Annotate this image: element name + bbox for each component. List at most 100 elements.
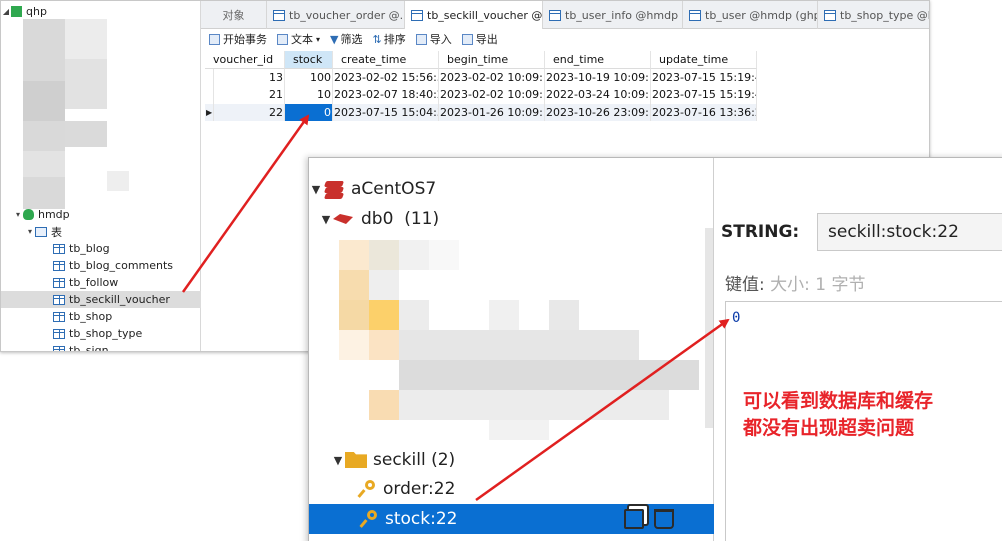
tab-objects[interactable]: 对象: [201, 1, 267, 29]
table-item[interactable]: tb_blog_comments: [1, 257, 201, 274]
table-label: tb_shop: [69, 310, 113, 323]
filter-button[interactable]: ▼ 筛选: [330, 31, 362, 47]
table-item[interactable]: tb_blog: [1, 240, 201, 257]
column-header[interactable]: begin_time: [439, 51, 545, 69]
begin-transaction-label: 开始事务: [223, 33, 267, 46]
chevron-down-icon[interactable]: ▼: [319, 213, 333, 226]
redis-key-row-selected[interactable]: stock:22: [309, 504, 714, 534]
table-cell[interactable]: 22: [214, 103, 285, 121]
table-icon: [824, 9, 836, 21]
tree-tables-folder[interactable]: ▾ 表: [25, 223, 225, 240]
table-icon: [53, 243, 65, 254]
value-label: 键值:: [725, 275, 765, 295]
redis-value-panel: STRING: seckill:stock:22 键值: 大小: 1 字节 0 …: [715, 158, 1002, 541]
table-item[interactable]: tb_follow: [1, 274, 201, 291]
column-header[interactable]: update_time: [651, 51, 757, 69]
table-icon: [53, 260, 65, 271]
table-icon: [273, 9, 285, 21]
table-row[interactable]: ▶2202023-07-15 15:04:332023-01-26 10:09:…: [205, 103, 757, 121]
table-cell[interactable]: 10: [285, 86, 333, 104]
chevron-down-icon[interactable]: ▼: [331, 454, 345, 467]
sort-label: 排序: [383, 33, 406, 46]
table-cell[interactable]: 2023-07-15 15:04:33: [333, 103, 439, 121]
tree-database-hmdp[interactable]: ▾ hmdp: [13, 206, 213, 223]
table-cell[interactable]: 2023-02-02 10:09:17: [439, 86, 545, 104]
export-button[interactable]: 导出: [461, 31, 498, 47]
import-label: 导入: [429, 33, 452, 46]
tab-voucher-order[interactable]: tb_voucher_order @...: [267, 1, 405, 29]
chevron-down-icon[interactable]: ▼: [309, 183, 323, 196]
chevron-down-icon[interactable]: ▾: [13, 210, 23, 219]
key-icon: [361, 510, 379, 528]
table-row[interactable]: 21102023-02-07 18:40:272023-02-02 10:09:…: [205, 86, 757, 104]
column-header[interactable]: voucher_id: [205, 51, 285, 69]
table-icon: [53, 328, 65, 339]
table-label: tb_sign: [69, 344, 109, 352]
tab-seckill-voucher[interactable]: tb_seckill_voucher @...: [405, 1, 543, 29]
tab-shop-type[interactable]: tb_shop_type @h: [818, 1, 929, 29]
sort-button[interactable]: ⇅ 排序: [372, 31, 405, 47]
column-header[interactable]: create_time: [333, 51, 439, 69]
table-cell[interactable]: 2023-10-26 23:09:17: [545, 103, 651, 121]
table-cell[interactable]: 2023-02-07 18:40:27: [333, 86, 439, 104]
table-icon: [689, 9, 701, 21]
connection-icon: [11, 6, 22, 17]
table-label: tb_blog: [69, 242, 110, 255]
data-grid: voucher_id stock create_time begin_time end_…: [205, 51, 757, 121]
tree-connection-qhp[interactable]: ◢ qhp: [1, 3, 201, 20]
key-name-field[interactable]: seckill:stock:22: [817, 213, 1002, 251]
table-row[interactable]: 131002023-02-02 15:56:582023-02-02 10:09…: [205, 68, 757, 86]
column-header[interactable]: end_time: [545, 51, 651, 69]
screenshot-stage: ◢ qhp ▾ hmdp ▾ 表 tb_blog tb_blog_comment…: [0, 0, 1002, 541]
column-header[interactable]: stock: [285, 51, 333, 69]
copy-icon[interactable]: [624, 509, 644, 529]
table-item[interactable]: tb_sign: [1, 342, 201, 352]
chevron-down-icon[interactable]: ◢: [1, 7, 11, 16]
chevron-down-icon: ▾: [316, 34, 321, 44]
table-cell[interactable]: 13: [214, 68, 285, 86]
table-cell[interactable]: 2023-07-16 13:36:25: [651, 103, 757, 121]
table-item[interactable]: tb_seckill_voucher: [1, 291, 201, 308]
table-cell[interactable]: 100: [285, 68, 333, 86]
table-cell[interactable]: 2023-01-26 10:09:17: [439, 103, 545, 121]
import-button[interactable]: 导入: [415, 31, 452, 47]
table-cell[interactable]: 2023-10-19 10:09:17: [545, 68, 651, 86]
row-marker: [205, 68, 214, 86]
key-actions: [624, 509, 674, 529]
table-cell[interactable]: 2023-07-15 15:19:48: [651, 68, 757, 86]
tab-user-info[interactable]: tb_user_info @hmdp ...: [543, 1, 683, 29]
begin-transaction-button[interactable]: 开始事务: [209, 31, 267, 47]
redis-db-row[interactable]: ▼ db0 (11): [319, 204, 724, 234]
redis-key-row[interactable]: order:22: [359, 474, 764, 504]
tab-user[interactable]: tb_user @hmdp (ghp...: [683, 1, 818, 29]
redis-db-label: db0 (11): [361, 209, 440, 229]
table-cell[interactable]: 2022-03-24 10:09:17: [545, 86, 651, 104]
text-icon: [277, 33, 288, 45]
redis-key-tree: ▼ aCentOS7 ▼ db0 (11) ▼ seckill (2) orde…: [309, 158, 714, 541]
trash-icon[interactable]: [654, 509, 674, 529]
table-cell[interactable]: 2023-07-15 15:19:43: [651, 86, 757, 104]
redis-connection-row[interactable]: ▼ aCentOS7: [309, 174, 714, 204]
grid-toolbar: 开始事务 文本 ▾ ▼ 筛选 ⇅ 排序 导入 导出: [201, 29, 929, 49]
chevron-down-icon[interactable]: ▾: [25, 227, 35, 236]
table-cell[interactable]: 2023-02-02 15:56:58: [333, 68, 439, 86]
text-button[interactable]: 文本 ▾: [277, 31, 320, 47]
table-cell[interactable]: 2023-02-02 10:09:17: [439, 68, 545, 86]
value-size: 大小: 1 字节: [770, 275, 866, 295]
table-cell[interactable]: 21: [214, 86, 285, 104]
redis-folder-row[interactable]: ▼ seckill (2): [331, 445, 736, 475]
table-cell[interactable]: 0: [285, 103, 333, 121]
text-label: 文本: [291, 33, 313, 46]
tab-label: tb_seckill_voucher @...: [427, 8, 543, 22]
redis-db-icon: [333, 214, 353, 224]
export-icon: [461, 33, 473, 45]
tables-folder-label: 表: [51, 225, 62, 239]
annotation-line-1: 可以看到数据库和缓存: [743, 390, 934, 412]
table-item[interactable]: tb_shop: [1, 308, 201, 325]
export-label: 导出: [475, 33, 498, 46]
table-label: tb_follow: [69, 276, 119, 289]
redis-window: ▼ aCentOS7 ▼ db0 (11) ▼ seckill (2) orde…: [308, 157, 1002, 541]
key-type-label: STRING:: [721, 222, 800, 242]
table-item[interactable]: tb_shop_type: [1, 325, 201, 342]
redis-tree-scrollbar[interactable]: [705, 228, 713, 428]
